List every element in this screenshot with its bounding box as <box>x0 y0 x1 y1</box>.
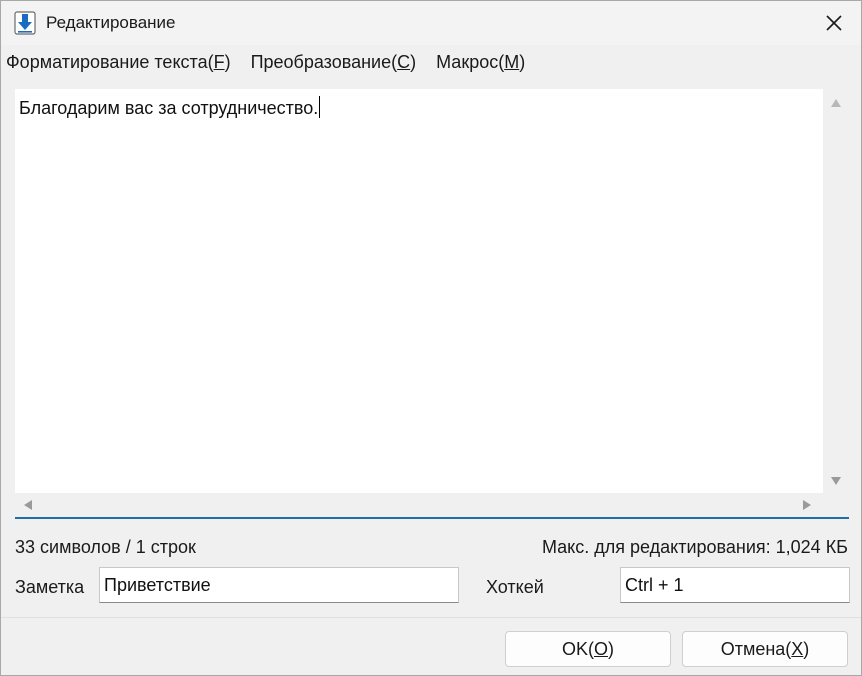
close-button[interactable] <box>807 1 861 45</box>
character-count: 33 символов / 1 строк <box>15 537 196 557</box>
max-edit-size: Макс. для редактирования: 1,024 КБ <box>541 537 848 557</box>
edit-dialog: Редактирование Форматирование текста(F) … <box>0 0 862 676</box>
scrollbar-corner <box>823 493 849 517</box>
cancel-button[interactable]: Отмена(X) <box>682 631 848 667</box>
note-label: Заметка <box>15 577 85 597</box>
text-editor[interactable]: Благодарим вас за сотрудничество. <box>15 89 849 519</box>
dialog-footer: OK(O) Отмена(X) <box>1 617 861 675</box>
scroll-right-icon[interactable] <box>803 500 811 510</box>
hotkey-input[interactable] <box>620 567 850 603</box>
hotkey-label: Хоткей <box>486 577 544 597</box>
ok-button[interactable]: OK(O) <box>505 631 671 667</box>
menu-macro[interactable]: Макрос(M) <box>431 52 530 73</box>
title-bar: Редактирование <box>1 1 861 45</box>
horizontal-scrollbar[interactable] <box>15 493 823 517</box>
close-icon[interactable] <box>825 14 843 32</box>
text-caret <box>319 96 321 118</box>
download-arrow-icon <box>14 11 36 35</box>
editor-content[interactable]: Благодарим вас за сотрудничество. <box>19 96 321 119</box>
scroll-up-icon[interactable] <box>831 99 841 107</box>
window-title: Редактирование <box>46 13 176 32</box>
note-input[interactable] <box>99 567 459 603</box>
menu-bar: Форматирование текста(F) Преобразование(… <box>1 45 861 79</box>
scroll-left-icon[interactable] <box>24 500 32 510</box>
vertical-scrollbar[interactable] <box>823 89 849 495</box>
menu-text-formatting[interactable]: Форматирование текста(F) <box>1 52 236 73</box>
menu-conversion[interactable]: Преобразование(C) <box>246 52 422 73</box>
scroll-down-icon[interactable] <box>831 477 841 485</box>
